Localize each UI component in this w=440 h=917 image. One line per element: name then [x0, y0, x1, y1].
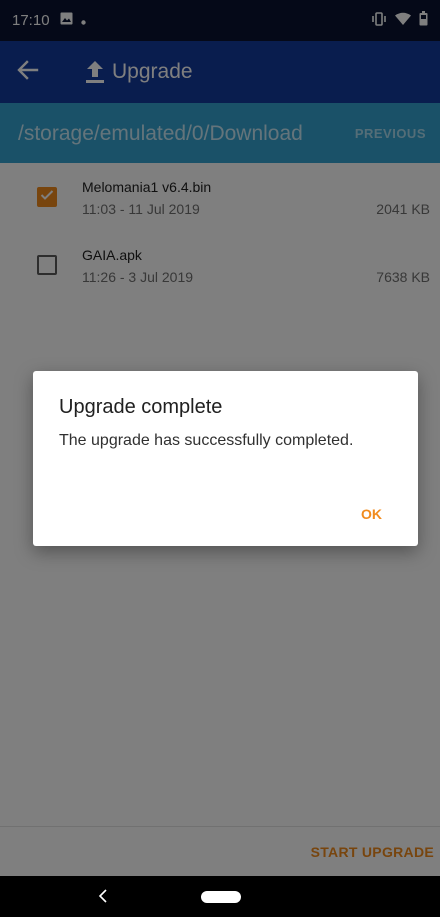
- nav-back-button[interactable]: [98, 888, 108, 909]
- system-nav-bar: [0, 876, 440, 917]
- ok-button[interactable]: OK: [361, 506, 382, 522]
- chevron-left-icon: [98, 889, 108, 908]
- dialog-title: Upgrade complete: [59, 396, 223, 418]
- dialog-message: The upgrade has successfully completed.: [59, 432, 354, 449]
- upgrade-complete-dialog: Upgrade complete The upgrade has success…: [33, 371, 418, 546]
- nav-home-button[interactable]: [201, 891, 241, 903]
